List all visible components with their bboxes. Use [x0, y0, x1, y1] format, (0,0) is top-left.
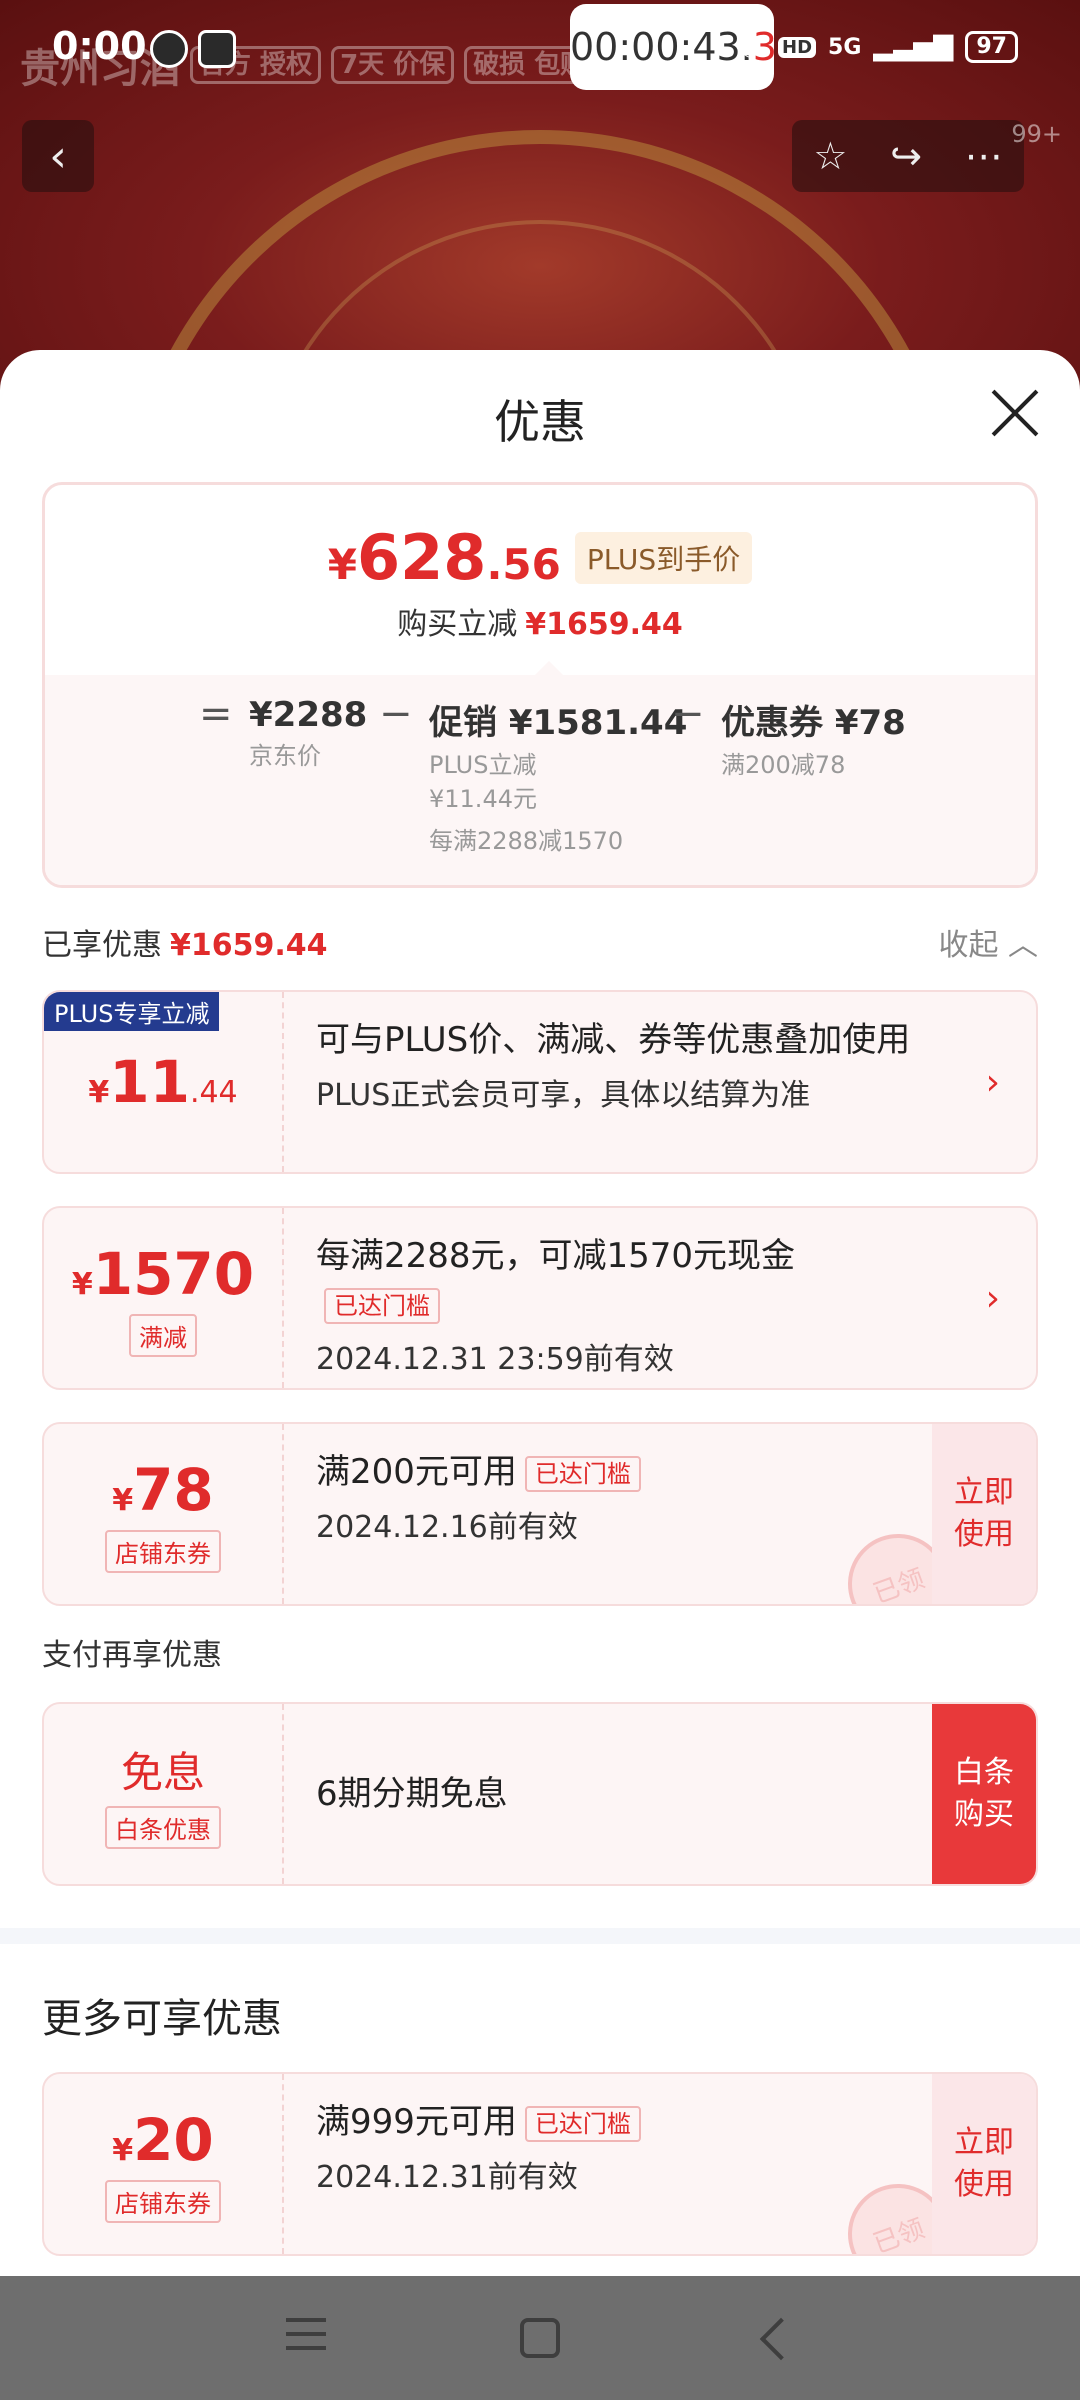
chevron-right-icon: ›: [985, 1278, 1000, 1319]
more-discounts-title: 更多可享优惠: [42, 1996, 282, 2042]
coupon-amount: ¥78: [112, 1455, 214, 1524]
card-validity: 2024.12.31 23:59前有效: [316, 1342, 674, 1377]
use-now-button[interactable]: 立即 使用: [932, 1424, 1036, 1604]
clock-icon: [150, 30, 188, 68]
final-price: ¥628.56: [327, 521, 561, 594]
plus-discount-card[interactable]: PLUS专享立减 ¥11.44 可与PLUS价、满减、券等优惠叠加使用 PLUS…: [42, 990, 1038, 1174]
plus-price-tag: PLUS到手价: [574, 531, 753, 584]
more-coupon-card: ¥20 店铺东券 满999元可用 已达门槛 2024.12.31前有效 已领 立即…: [42, 2072, 1038, 2256]
back-nav-icon[interactable]: [759, 2317, 803, 2361]
card-subtitle: PLUS正式会员可享，具体以结算为准: [316, 1078, 811, 1113]
close-icon[interactable]: [990, 388, 1040, 438]
message-badge: 99+: [1011, 120, 1062, 148]
top-actions: ☆ ↪ ⋯: [792, 120, 1024, 192]
threshold-reached-badge: 已达门槛: [324, 1287, 440, 1324]
instant-discount: 购买立减 ¥1659.44: [397, 607, 683, 642]
battery-icon: 97: [965, 31, 1018, 63]
full-reduction-card[interactable]: ¥1570 满减 每满2288元，可减1570元现金已达门槛 2024.12.3…: [42, 1206, 1038, 1390]
status-right: ☾ HD 5G ▂▃▅▇ 97: [737, 28, 1018, 66]
hd-icon: HD: [778, 36, 817, 58]
share-icon[interactable]: ↪: [890, 134, 922, 178]
interest-free-label: 免息: [120, 1748, 205, 1797]
back-button[interactable]: ‹: [22, 120, 94, 192]
card-title: 6期分期免息: [316, 1774, 508, 1814]
coupon-amount: ¥20: [112, 2105, 214, 2174]
sheet-title: 优惠: [494, 395, 586, 449]
store-coupon-card: ¥78 店铺东券 满200元可用 已达门槛 2024.12.16前有效 已领 立即…: [42, 1422, 1038, 1606]
menu-icon[interactable]: [286, 2318, 326, 2358]
pay-section-title: 支付再享优惠: [42, 1638, 222, 1673]
card-title: 每满2288元，可减1570元现金: [316, 1236, 796, 1276]
chevron-up-icon: ︿: [1008, 928, 1038, 963]
discount-type-tag: 满减: [129, 1313, 197, 1357]
promo-col: 促销 ¥1581.44 PLUS立减 ¥11.44元 每满2288减1570: [429, 703, 688, 855]
card-validity: 2024.12.31前有效: [316, 2160, 578, 2195]
more-icon[interactable]: ⋯: [965, 134, 1003, 178]
coupon-type-tag: 店铺东券: [105, 1529, 221, 1573]
network-label: 5G: [828, 34, 862, 60]
use-now-button[interactable]: 立即 使用: [932, 2074, 1036, 2254]
chevron-right-icon: ›: [985, 1062, 1000, 1103]
card-title: 满999元可用: [316, 2102, 517, 2142]
baitiao-tag: 白条优惠: [105, 1806, 221, 1849]
jd-price-col: ¥2288 京东价: [249, 695, 368, 770]
card-validity: 2024.12.16前有效: [316, 1510, 578, 1545]
signal-icon: ▂▃▅▇: [873, 32, 954, 62]
price-breakdown: = ¥2288 京东价 − 促销 ¥1581.44 PLUS立减 ¥11.44元…: [45, 675, 1035, 885]
star-icon[interactable]: ☆: [813, 134, 847, 178]
home-icon[interactable]: [520, 2318, 560, 2358]
status-bar: 0:00 00:00:43.3 ☾ HD 5G ▂▃▅▇ 97: [0, 0, 1080, 100]
baitiao-card: 免息 白条优惠 6期分期免息 白条 购买: [42, 1702, 1038, 1886]
discount-sheet: 优惠 ¥628.56 PLUS到手价 购买立减 ¥1659.44 = ¥2288 …: [0, 350, 1080, 2276]
card-title: 可与PLUS价、满减、券等优惠叠加使用: [316, 1020, 911, 1060]
price-summary: ¥628.56 PLUS到手价 购买立减 ¥1659.44 = ¥2288 京东价…: [42, 482, 1038, 888]
coupon-col: 优惠券 ¥78 满200减78: [721, 703, 906, 779]
status-time: 0:00: [52, 24, 147, 68]
coupon-type-tag: 店铺东券: [105, 2179, 221, 2223]
discount-amount: ¥1570: [71, 1239, 255, 1308]
discount-amount: ¥11.44: [88, 1048, 238, 1116]
system-nav-bar: [0, 2276, 1080, 2400]
threshold-reached-badge: 已达门槛: [524, 1455, 641, 1492]
timer-main: 00:00:43.: [570, 25, 753, 69]
threshold-reached-badge: 已达门槛: [524, 2105, 641, 2142]
enjoyed-discount: 已享优惠 ¥1659.44: [42, 928, 328, 963]
collapse-button[interactable]: 收起 ︿: [938, 920, 1038, 964]
baitiao-buy-button[interactable]: 白条 购买: [932, 1704, 1036, 1884]
moon-icon: ☾: [737, 28, 766, 66]
wrench-icon: [198, 30, 236, 68]
card-title: 满200元可用: [316, 1452, 517, 1492]
